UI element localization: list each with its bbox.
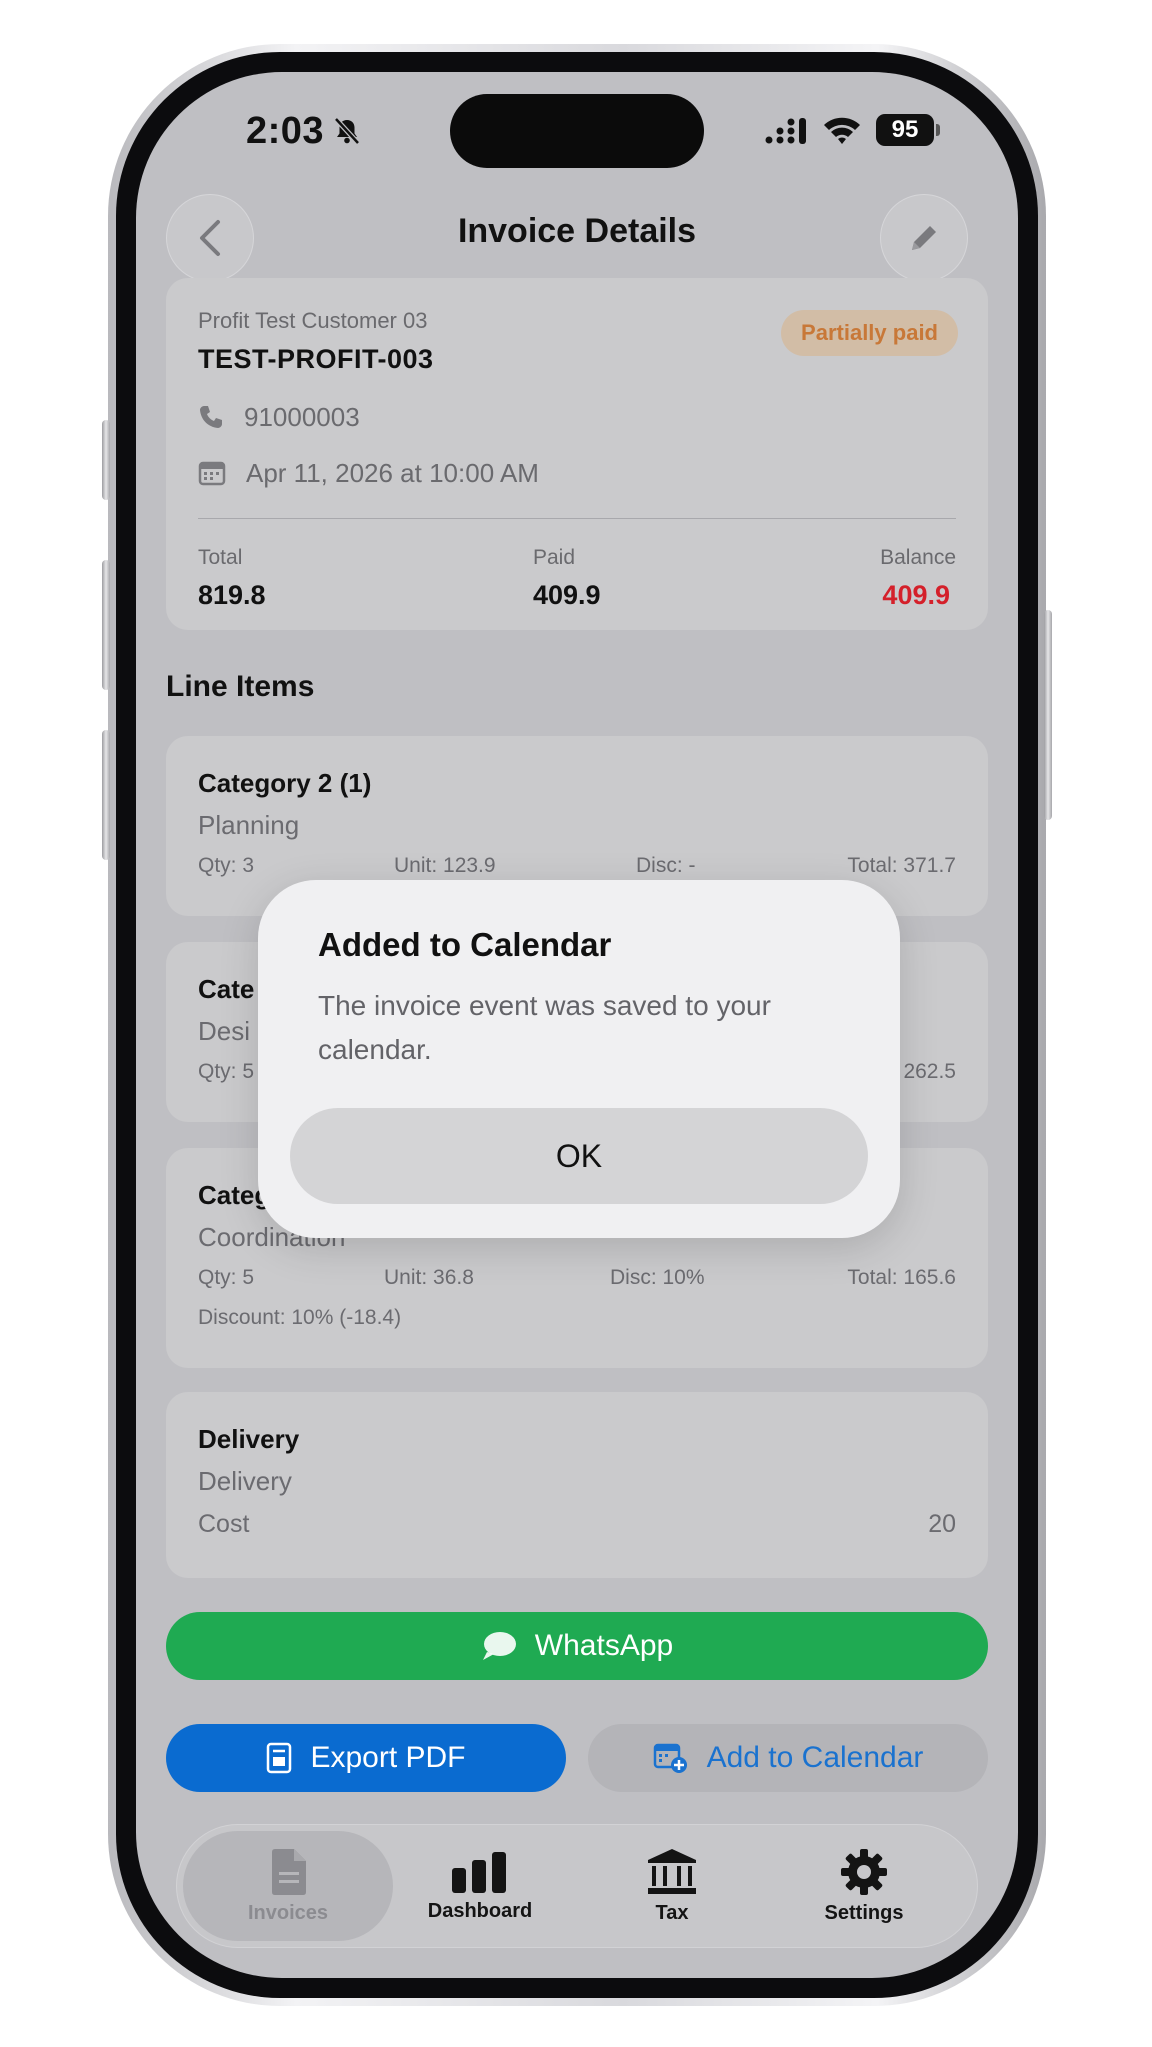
delivery-title: Delivery — [198, 1424, 300, 1454]
line-item-total: Total: 371.7 — [847, 854, 956, 877]
tab-bar: Invoices Dashboard Tax Settings — [176, 1824, 978, 1948]
line-item-qty: Qty: 3 — [198, 854, 255, 877]
dialog-title: Added to Calendar — [318, 926, 612, 963]
battery-nub — [936, 124, 940, 136]
pencil-icon — [912, 226, 936, 250]
line-item-subtitle: Planning — [198, 810, 300, 840]
line-item-unit: Unit: 36.8 — [384, 1266, 474, 1289]
line-item-title: Category 2 (1) — [198, 768, 372, 798]
balance-label: Balance — [880, 546, 956, 569]
export-pdf-button[interactable]: Export PDF — [166, 1724, 566, 1792]
invoice-number: TEST-PROFIT-003 — [198, 344, 434, 374]
power-button — [1044, 610, 1052, 820]
volume-up-button — [102, 560, 110, 690]
whatsapp-button[interactable]: WhatsApp — [166, 1612, 988, 1680]
tab-invoices[interactable]: Invoices — [183, 1831, 393, 1941]
divider — [198, 518, 956, 519]
line-item-total: 262.5 — [903, 1060, 956, 1083]
tab-tax[interactable]: Tax — [567, 1831, 777, 1941]
tab-label: Invoices — [247, 1901, 329, 1924]
total-value: 819.8 — [198, 580, 266, 610]
alert-dialog: Added to Calendar The invoice event was … — [258, 880, 900, 1238]
tab-dashboard[interactable]: Dashboard — [375, 1831, 585, 1941]
calendar-icon — [198, 461, 226, 486]
line-item-total: Total: 165.6 — [847, 1266, 956, 1289]
document-richtext-icon — [267, 1742, 292, 1774]
line-item-disc: Disc: - — [636, 854, 696, 877]
battery-indicator: 95 — [876, 114, 934, 146]
status-badge: Partially paid — [781, 310, 958, 356]
add-to-calendar-label: Add to Calendar — [706, 1741, 924, 1774]
action-button — [102, 420, 110, 500]
phone-number: 91000003 — [244, 402, 360, 432]
tab-label: Dashboard — [427, 1899, 533, 1922]
balance-value: 409.9 — [882, 580, 950, 610]
line-item-subtitle: Desi — [198, 1016, 251, 1046]
customer-name: Profit Test Customer 03 — [198, 308, 428, 333]
paid-value: 409.9 — [533, 580, 601, 610]
dynamic-island — [450, 94, 704, 168]
tab-label: Tax — [655, 1901, 689, 1924]
delivery-card: Delivery Delivery Cost 20 — [166, 1392, 988, 1578]
bar-chart-icon — [452, 1851, 506, 1893]
calendar-add-icon — [653, 1743, 687, 1773]
line-item-disc: Disc: 10% — [610, 1266, 705, 1289]
phone-icon — [200, 406, 222, 428]
wifi-icon — [824, 117, 860, 144]
total-label: Total — [198, 546, 243, 569]
export-pdf-label: Export PDF — [310, 1741, 466, 1774]
chat-bubble-icon — [482, 1632, 516, 1660]
paid-label: Paid — [533, 546, 576, 569]
line-item-qty: Qty: 5 — [198, 1266, 255, 1289]
whatsapp-label: WhatsApp — [534, 1629, 674, 1662]
tab-settings[interactable]: Settings — [759, 1831, 969, 1941]
screen: 2:03 95 Invoice Details Profit Test Cust… — [136, 72, 1018, 1978]
status-time: 2:03 — [246, 110, 325, 152]
invoice-date: Apr 11, 2026 at 10:00 AM — [246, 458, 539, 488]
delivery-cost-value: 20 — [928, 1510, 956, 1538]
volume-down-button — [102, 730, 110, 860]
tab-label: Settings — [824, 1901, 904, 1924]
ok-button[interactable]: OK — [290, 1108, 868, 1204]
gear-icon — [841, 1848, 887, 1895]
edit-button[interactable] — [880, 194, 968, 282]
cellular-signal-icon — [765, 118, 806, 144]
line-items-title: Line Items — [166, 670, 315, 703]
delivery-cost-label: Cost — [198, 1510, 250, 1538]
add-to-calendar-button[interactable]: Add to Calendar — [588, 1724, 988, 1792]
line-item-discount-note: Discount: 10% (-18.4) — [198, 1306, 402, 1329]
line-item-unit: Unit: 123.9 — [394, 854, 496, 877]
document-icon — [272, 1848, 306, 1895]
line-item-title: Cate — [198, 974, 255, 1004]
line-item-qty: Qty: 5 — [198, 1060, 255, 1083]
delivery-subtitle: Delivery — [198, 1466, 292, 1496]
dialog-message: The invoice event was saved to your cale… — [318, 990, 771, 1065]
bell-slash-icon — [334, 117, 360, 145]
invoice-summary-card: Profit Test Customer 03 TEST-PROFIT-003 … — [166, 278, 988, 630]
bank-icon — [648, 1848, 696, 1894]
